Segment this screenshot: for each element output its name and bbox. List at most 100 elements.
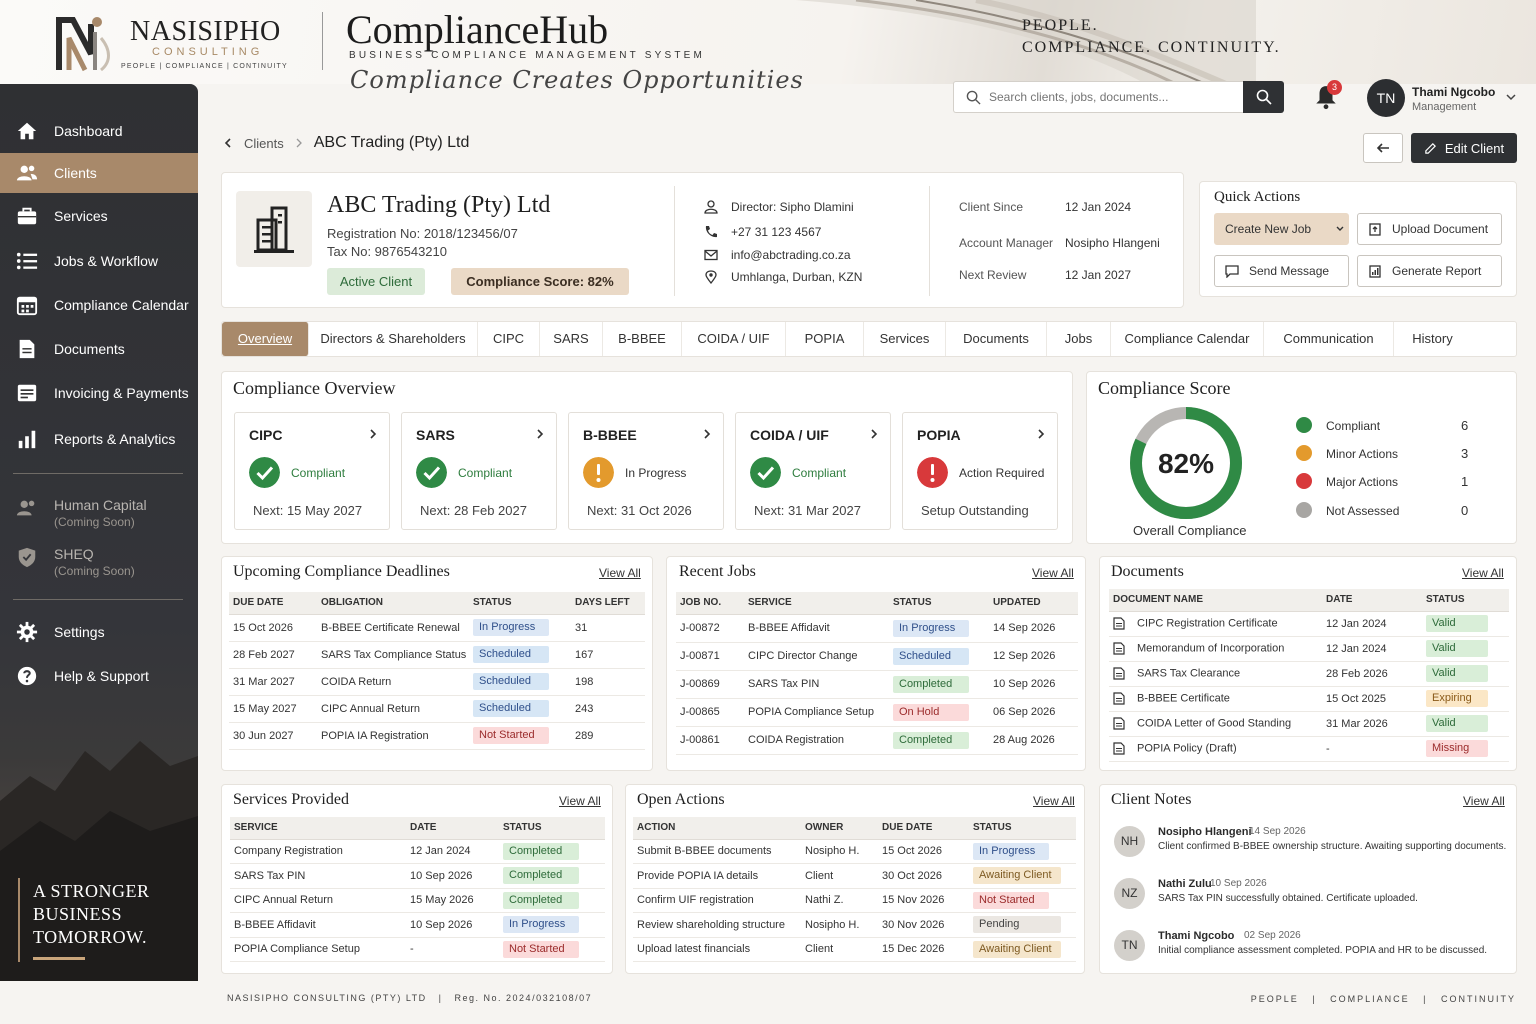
chevron-right-icon[interactable] xyxy=(701,428,713,440)
deadlines-view-all-link[interactable]: View All xyxy=(599,566,641,580)
table-row[interactable]: 28 Feb 2027 SARS Tax Compliance Status Sch… xyxy=(229,641,645,669)
table-row[interactable]: Confirm UIF registration Nathi Z. 15 Nov 2… xyxy=(633,888,1076,913)
table-row[interactable]: Upload latest financials Client 15 Dec 202… xyxy=(633,937,1076,962)
column-header[interactable]: DATE xyxy=(406,817,499,840)
sidebar-item-invoicing-payments[interactable]: Invoicing & Payments xyxy=(0,373,198,413)
chevron-right-icon[interactable] xyxy=(367,428,379,440)
table-row[interactable]: Company Registration 12 Jan 2024 Completed xyxy=(230,839,605,864)
overview-item-popia[interactable]: POPIA Action Required Setup Outstanding xyxy=(902,412,1058,530)
table-row[interactable]: SARS Tax Clearance 28 Feb 2026 Valid xyxy=(1109,661,1509,687)
table-row[interactable]: 31 Mar 2027 COIDA Return Scheduled 198 xyxy=(229,668,645,696)
column-header[interactable]: DUE DATE xyxy=(229,592,317,615)
column-header[interactable]: DATE xyxy=(1322,589,1422,612)
search-button[interactable] xyxy=(1243,81,1284,113)
back-button[interactable] xyxy=(1363,133,1403,163)
generate-report-button[interactable]: Generate Report xyxy=(1357,255,1502,287)
overview-item-cipc[interactable]: CIPC Compliant Next: 15 May 2027 xyxy=(234,412,390,530)
tab-history[interactable]: History xyxy=(1394,322,1471,356)
phone-number[interactable]: +27 31 123 4567 xyxy=(731,225,821,239)
table-row[interactable]: Memorandum of Incorporation 12 Jan 2024 Va… xyxy=(1109,636,1509,662)
table-row[interactable]: Submit B-BBEE documents Nosipho H. 15 Oct … xyxy=(633,839,1076,864)
tab-jobs[interactable]: Jobs xyxy=(1047,322,1111,356)
column-header[interactable]: STATUS xyxy=(1422,589,1509,612)
documents-view-all-link[interactable]: View All xyxy=(1462,566,1504,580)
tab-communication[interactable]: Communication xyxy=(1264,322,1394,356)
user-name[interactable]: Thami Ngcobo xyxy=(1412,85,1495,99)
sidebar-item-dashboard[interactable]: Dashboard xyxy=(0,111,198,151)
sidebar-item-help-support[interactable]: Help & Support xyxy=(0,656,198,696)
tab-compliance-calendar[interactable]: Compliance Calendar xyxy=(1111,322,1264,356)
document-name[interactable]: POPIA Policy (Draft) xyxy=(1137,742,1237,754)
table-row[interactable]: J-00861 COIDA Registration Completed 28 Aug… xyxy=(676,726,1078,755)
tab-directors-shareholders[interactable]: Directors & Shareholders xyxy=(309,322,478,356)
column-header[interactable]: SERVICE xyxy=(744,592,889,615)
sidebar-item-documents[interactable]: Documents xyxy=(0,329,198,369)
sidebar-item-clients[interactable]: Clients xyxy=(0,153,198,193)
table-row[interactable]: Provide POPIA IA details Client 30 Oct 202… xyxy=(633,863,1076,889)
chevron-right-icon[interactable] xyxy=(868,428,880,440)
tab-cipc[interactable]: CIPC xyxy=(478,322,540,356)
chevron-left-icon[interactable] xyxy=(222,137,234,149)
overview-item-coida-uif[interactable]: COIDA / UIF Compliant Next: 31 Mar 2027 xyxy=(735,412,891,530)
table-row[interactable]: CIPC Annual Return 15 May 2026 Completed xyxy=(230,888,605,913)
table-row[interactable]: J-00871 CIPC Director Change Scheduled 12 S… xyxy=(676,642,1078,671)
table-row[interactable]: 15 Oct 2026 B-BBEE Certificate Renewal In … xyxy=(229,614,645,642)
tab-services[interactable]: Services xyxy=(864,322,946,356)
column-header[interactable]: ACTION xyxy=(633,817,801,840)
create-new-job-button[interactable]: Create New Job xyxy=(1214,213,1349,245)
table-row[interactable]: J-00872 B-BBEE Affidavit In Progress 14 Sep… xyxy=(676,614,1078,643)
sidebar-item-reports-analytics[interactable]: Reports & Analytics xyxy=(0,419,198,459)
document-name[interactable]: CIPC Registration Certificate xyxy=(1137,617,1278,629)
edit-client-button[interactable]: Edit Client xyxy=(1411,133,1517,163)
sidebar-item-compliance-calendar[interactable]: Compliance Calendar xyxy=(0,285,198,325)
column-header[interactable]: OBLIGATION xyxy=(317,592,469,615)
column-header[interactable]: JOB NO. xyxy=(676,592,744,615)
table-row[interactable]: 30 Jun 2027 POPIA IA Registration Not Star… xyxy=(229,722,645,750)
document-name[interactable]: Memorandum of Incorporation xyxy=(1137,642,1284,654)
table-row[interactable]: POPIA Compliance Setup - Not Started xyxy=(230,937,605,962)
table-row[interactable]: CIPC Registration Certificate 12 Jan 2024… xyxy=(1109,611,1509,637)
search-box[interactable] xyxy=(953,81,1243,113)
email-address[interactable]: info@abctrading.co.za xyxy=(731,248,851,262)
jobs-view-all-link[interactable]: View All xyxy=(1032,566,1074,580)
tab-bbbee[interactable]: B-BBEE xyxy=(603,322,682,356)
column-header[interactable]: STATUS xyxy=(889,592,989,615)
tab-sars[interactable]: SARS xyxy=(540,322,603,356)
table-row[interactable]: B-BBEE Affidavit 10 Sep 2026 In Progress xyxy=(230,912,605,938)
upload-document-button[interactable]: Upload Document xyxy=(1357,213,1502,245)
tab-overview[interactable]: Overview xyxy=(222,322,309,356)
services-view-all-link[interactable]: View All xyxy=(559,794,601,808)
table-row[interactable]: J-00869 SARS Tax PIN Completed 10 Sep 2026 xyxy=(676,670,1078,699)
overview-item-sars[interactable]: SARS Compliant Next: 28 Feb 2027 xyxy=(401,412,557,530)
table-row[interactable]: SARS Tax PIN 10 Sep 2026 Completed xyxy=(230,863,605,889)
chevron-right-icon[interactable] xyxy=(1035,428,1047,440)
table-row[interactable]: POPIA Policy (Draft) - Missing xyxy=(1109,736,1509,762)
column-header[interactable]: STATUS xyxy=(969,817,1076,840)
breadcrumb-parent-link[interactable]: Clients xyxy=(244,136,284,151)
column-header[interactable]: SERVICE xyxy=(230,817,406,840)
column-header[interactable]: STATUS xyxy=(469,592,571,615)
table-row[interactable]: B-BBEE Certificate 15 Oct 2025 Expiring xyxy=(1109,686,1509,712)
column-header[interactable]: DAYS LEFT xyxy=(571,592,645,615)
overview-item-b-bbee[interactable]: B-BBEE In Progress Next: 31 Oct 2026 xyxy=(568,412,724,530)
table-row[interactable]: Review shareholding structure Nosipho H. 3… xyxy=(633,912,1076,938)
tab-coida-uif[interactable]: COIDA / UIF xyxy=(682,322,786,356)
column-header[interactable]: UPDATED xyxy=(989,592,1078,615)
column-header[interactable]: DUE DATE xyxy=(878,817,969,840)
notes-view-all-link[interactable]: View All xyxy=(1463,794,1505,808)
column-header[interactable]: DOCUMENT NAME xyxy=(1109,589,1322,612)
sidebar-item-jobs-workflow[interactable]: Jobs & Workflow xyxy=(0,241,198,281)
table-row[interactable]: COIDA Letter of Good Standing 31 Mar 2026… xyxy=(1109,711,1509,737)
sidebar-item-services[interactable]: Services xyxy=(0,196,198,236)
actions-view-all-link[interactable]: View All xyxy=(1033,794,1075,808)
send-message-button[interactable]: Send Message xyxy=(1214,255,1349,287)
search-input[interactable] xyxy=(989,90,1229,104)
table-row[interactable]: 15 May 2027 CIPC Annual Return Scheduled 24… xyxy=(229,695,645,723)
document-name[interactable]: B-BBEE Certificate xyxy=(1137,692,1230,704)
column-header[interactable]: OWNER xyxy=(801,817,878,840)
document-name[interactable]: COIDA Letter of Good Standing xyxy=(1137,717,1291,729)
sidebar-item-settings[interactable]: Settings xyxy=(0,612,198,652)
document-name[interactable]: SARS Tax Clearance xyxy=(1137,667,1240,679)
column-header[interactable]: STATUS xyxy=(499,817,605,840)
tab-documents[interactable]: Documents xyxy=(946,322,1047,356)
